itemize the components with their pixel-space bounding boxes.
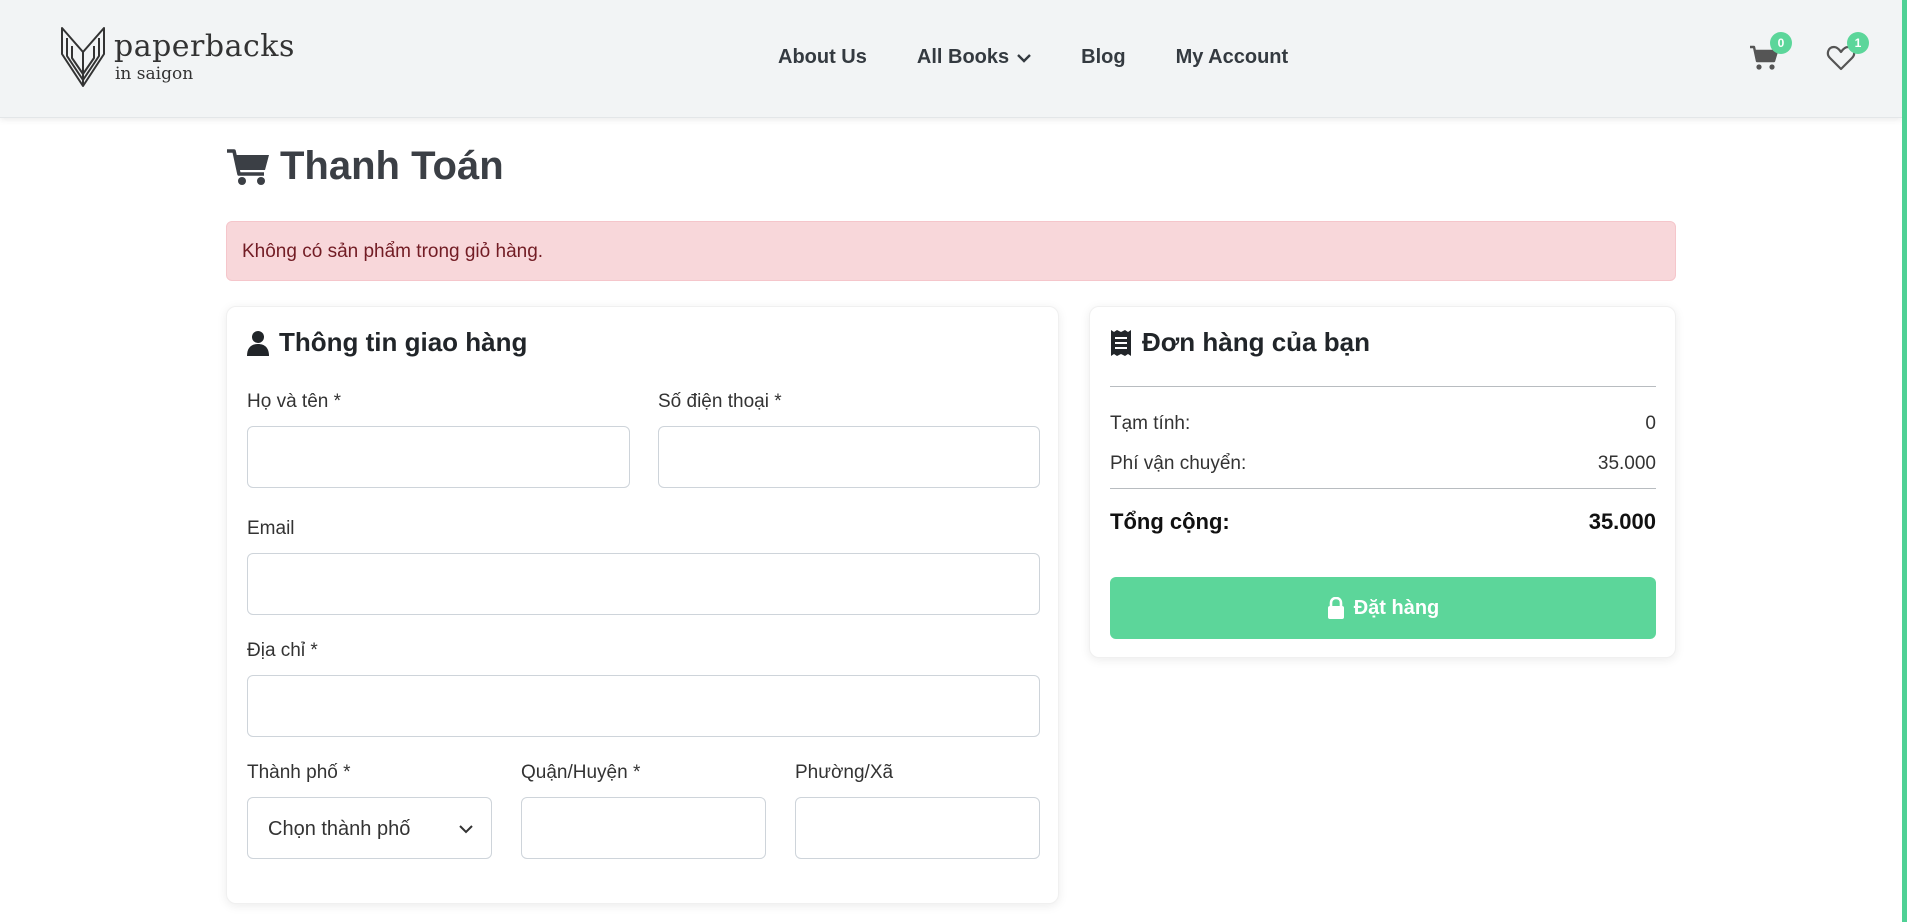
shipping-fee-label: Phí vận chuyển:: [1110, 453, 1247, 474]
receipt-icon: [1111, 329, 1131, 356]
order-card-title-text: Đơn hàng của bạn: [1142, 327, 1370, 357]
subtotal-label: Tạm tính:: [1110, 413, 1191, 434]
page-title: Thanh Toán: [226, 144, 504, 189]
page-title-text: Thanh Toán: [280, 144, 504, 188]
subtotal-row: Tạm tính: 0: [1110, 413, 1656, 435]
cart-count-badge: 0: [1770, 32, 1792, 54]
email-label: Email: [247, 518, 295, 539]
district-label: Quận/Huyện *: [521, 762, 641, 783]
nav-my-account-label: My Account: [1175, 46, 1289, 68]
ward-input[interactable]: [795, 797, 1040, 859]
city-select-value: Chọn thành phố: [268, 818, 411, 840]
nav-my-account[interactable]: My Account: [1176, 46, 1289, 69]
phone-label: Số điện thoại *: [658, 391, 782, 412]
address-input[interactable]: [247, 675, 1040, 737]
city-label: Thành phố *: [247, 762, 351, 783]
nav-all-books-label: All Books: [916, 46, 1010, 68]
wishlist-button[interactable]: 1: [1826, 32, 1869, 73]
subtotal-value: 0: [1645, 413, 1656, 434]
shipping-card-title-text: Thông tin giao hàng: [279, 327, 528, 357]
nav-about-us-label: About Us: [778, 46, 867, 68]
name-input[interactable]: [247, 426, 630, 488]
summary-divider-top: [1110, 386, 1656, 387]
chevron-down-icon: [459, 825, 473, 834]
total-value: 35.000: [1588, 509, 1656, 534]
alert-text: Không có sản phẩm trong giỏ hàng.: [242, 241, 544, 262]
brand-tagline: in saigon: [115, 64, 194, 84]
total-row: Tổng cộng: 35.000: [1110, 509, 1656, 535]
main-nav: About Us All Books Blog My Account: [778, 46, 1288, 69]
site-header: paperbacks in saigon About Us All Books …: [0, 0, 1902, 118]
email-input[interactable]: [247, 553, 1040, 615]
nav-blog-label: Blog: [1081, 46, 1126, 68]
total-label: Tổng cộng:: [1110, 509, 1230, 534]
brand-name: paperbacks: [114, 29, 295, 64]
summary-divider-bottom: [1110, 488, 1656, 489]
lock-icon: [1327, 597, 1344, 619]
city-select[interactable]: Chọn thành phố: [247, 797, 492, 859]
place-order-label: Đặt hàng: [1353, 596, 1440, 619]
wishlist-count-badge: 1: [1847, 32, 1869, 54]
cart-button[interactable]: 0: [1749, 32, 1792, 73]
shopping-cart-icon: [227, 148, 269, 185]
chevron-down-icon: [1017, 53, 1031, 63]
shipping-info-card: Thông tin giao hàng Họ và tên * Số điện …: [226, 306, 1059, 904]
user-icon: [247, 330, 269, 356]
order-summary-card: Đơn hàng của bạn Tạm tính: 0 Phí vận chu…: [1089, 306, 1676, 658]
ward-label: Phường/Xã: [795, 762, 894, 783]
shipping-fee-row: Phí vận chuyển: 35.000: [1110, 453, 1656, 475]
name-label: Họ và tên *: [247, 391, 341, 412]
order-card-title: Đơn hàng của bạn: [1110, 327, 1370, 358]
empty-cart-alert: Không có sản phẩm trong giỏ hàng.: [226, 221, 1676, 281]
nav-all-books[interactable]: All Books: [917, 46, 1031, 69]
place-order-button[interactable]: Đặt hàng: [1110, 577, 1656, 639]
address-label: Địa chỉ *: [247, 640, 318, 661]
page-scrollbar[interactable]: [1902, 0, 1907, 922]
nav-blog[interactable]: Blog: [1081, 46, 1125, 69]
book-pages-icon: [61, 27, 105, 87]
shipping-card-title: Thông tin giao hàng: [247, 327, 527, 358]
phone-input[interactable]: [658, 426, 1040, 488]
brand-logo[interactable]: paperbacks in saigon: [58, 24, 295, 90]
shipping-fee-value: 35.000: [1597, 453, 1656, 474]
nav-about-us[interactable]: About Us: [778, 46, 867, 69]
district-input[interactable]: [521, 797, 766, 859]
